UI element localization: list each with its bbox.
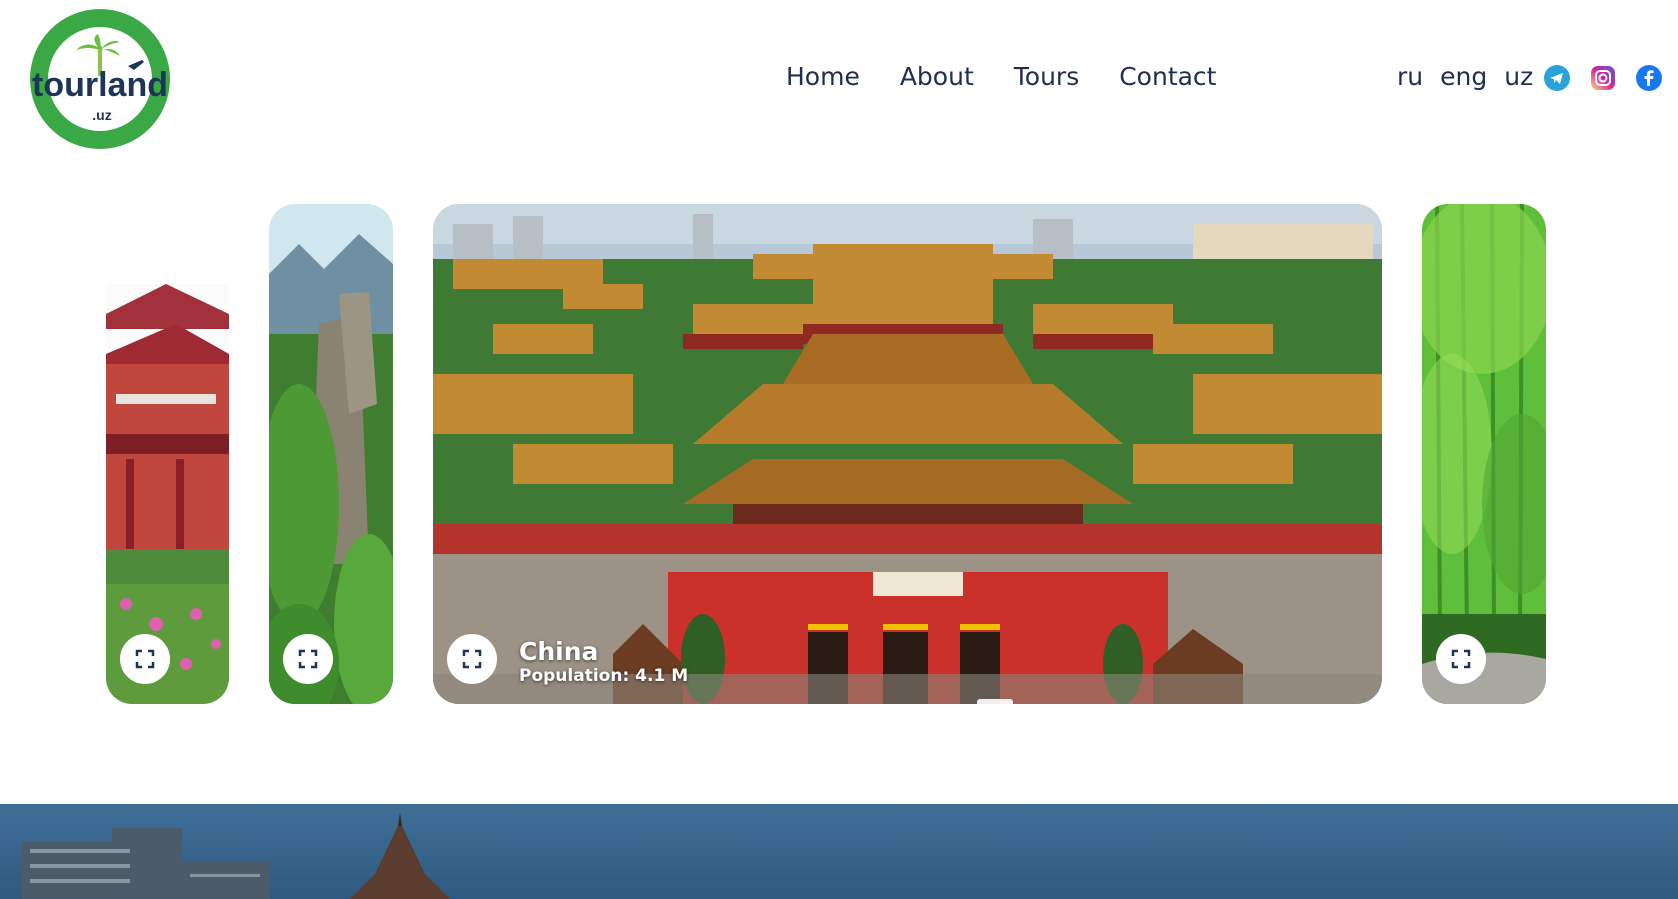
instagram-icon[interactable] [1590, 65, 1616, 91]
lang-uz[interactable]: uz [1504, 62, 1533, 91]
svg-text:.uz: .uz [92, 107, 111, 123]
slide-card-temple[interactable] [106, 204, 229, 704]
nav-tours[interactable]: Tours [1014, 62, 1079, 91]
hero-banner-image [0, 804, 1678, 899]
language-switcher: ru eng uz [1397, 62, 1533, 91]
facebook-icon[interactable] [1636, 65, 1662, 91]
slide-image-mountains [269, 204, 393, 704]
slide-image-temple [106, 204, 229, 704]
expand-button[interactable] [120, 634, 170, 684]
slide-country-name: China [519, 637, 599, 666]
site-logo[interactable]: tourland .uz [10, 8, 190, 150]
lang-eng[interactable]: eng [1440, 62, 1487, 91]
slide-caption: China Population: 4.1 M [519, 637, 688, 686]
expand-icon [135, 649, 155, 669]
slide-population: Population: 4.1 M [519, 666, 689, 686]
main-nav: Home About Tours Contact [786, 62, 1216, 91]
slide-card-bamboo[interactable] [1422, 204, 1546, 704]
expand-button[interactable] [283, 634, 333, 684]
slider-indicator[interactable] [977, 699, 1013, 704]
nav-home[interactable]: Home [786, 62, 860, 91]
slide-card-mountains[interactable] [269, 204, 393, 704]
expand-icon [462, 649, 482, 669]
lang-ru[interactable]: ru [1397, 62, 1423, 91]
telegram-icon[interactable] [1544, 65, 1570, 91]
expand-icon [298, 649, 318, 669]
nav-about[interactable]: About [900, 62, 974, 91]
expand-icon [1451, 649, 1471, 669]
logo-wordmark: tourland [32, 66, 168, 104]
expand-button[interactable] [447, 634, 497, 684]
slide-card-china[interactable]: China Population: 4.1 M [433, 204, 1382, 704]
expand-button[interactable] [1436, 634, 1486, 684]
social-links [1544, 65, 1662, 91]
slide-image-bamboo [1422, 204, 1546, 704]
slide-image-forbidden-city [433, 204, 1382, 704]
nav-contact[interactable]: Contact [1119, 62, 1216, 91]
